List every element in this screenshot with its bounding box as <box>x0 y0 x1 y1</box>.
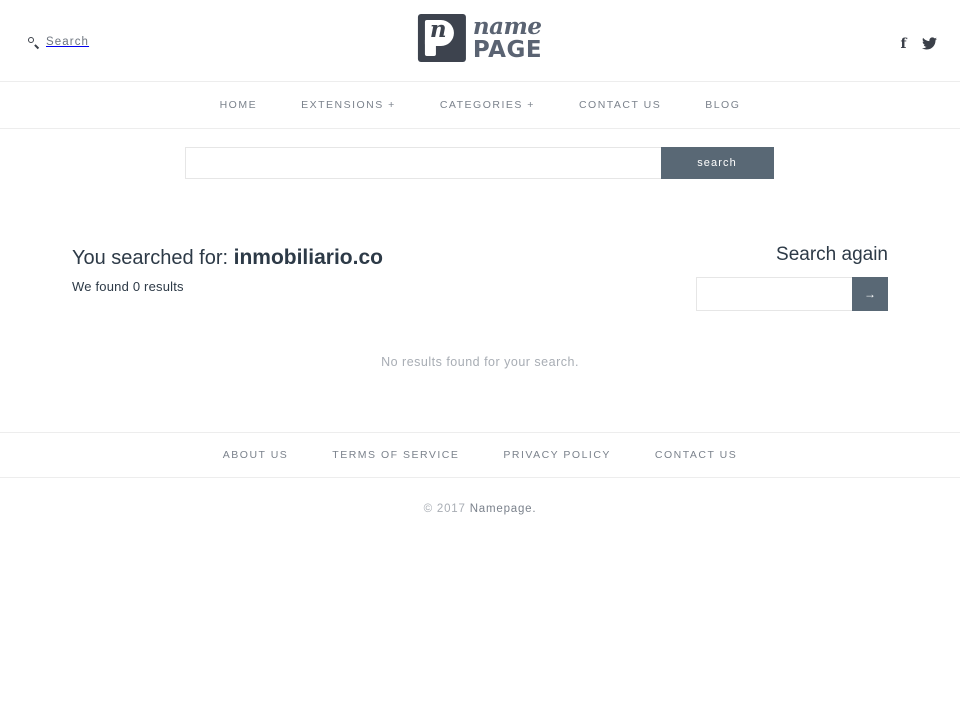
twitter-icon <box>922 37 937 50</box>
copyright-line: © 2017 Namepage. <box>0 503 960 515</box>
facebook-icon: f <box>900 35 907 52</box>
search-again-submit-button[interactable]: → <box>852 276 888 311</box>
primary-search-strip: search <box>0 129 960 197</box>
logo-wordmark: name PAGE <box>473 15 542 62</box>
nav-item-home[interactable]: HOME <box>198 99 280 111</box>
search-again-heading: Search again <box>776 244 888 265</box>
results-count-text: We found 0 results <box>72 279 184 295</box>
logo-word-page: PAGE <box>472 36 543 63</box>
search-again-form: → <box>696 276 888 311</box>
searched-for-heading: You searched for: inmobiliario.co <box>72 245 383 271</box>
footer-link-contact-us[interactable]: CONTACT US <box>633 449 759 461</box>
search-again-input[interactable] <box>696 276 852 311</box>
search-submit-button[interactable]: search <box>660 147 774 179</box>
header-search-toggle[interactable]: Search <box>28 36 89 48</box>
footer-link-privacy-policy[interactable]: PRIVACY POLICY <box>481 449 633 461</box>
primary-search-form: search <box>184 147 774 179</box>
nav-item-contact-us[interactable]: CONTACT US <box>557 99 683 111</box>
nav-item-categories[interactable]: CATEGORIES + <box>418 99 557 111</box>
site-logo[interactable]: n name PAGE <box>417 14 542 62</box>
top-header-bar: Search n name PAGE f <box>0 0 960 82</box>
search-again-block: Search again → <box>696 244 888 311</box>
logo-word-name: name <box>472 12 542 40</box>
searched-for-prefix: You searched for: <box>72 247 229 269</box>
facebook-link[interactable]: f <box>895 35 912 52</box>
main-navigation: HOME EXTENSIONS + CATEGORIES + CONTACT U… <box>0 82 960 129</box>
twitter-link[interactable] <box>921 35 938 52</box>
results-summary: You searched for: inmobiliario.co We fou… <box>72 245 383 294</box>
search-term: inmobiliario.co <box>233 246 383 269</box>
header-search-label: Search <box>46 36 90 48</box>
footer-link-about-us[interactable]: ABOUT US <box>201 449 310 461</box>
results-header: You searched for: inmobiliario.co We fou… <box>72 244 888 311</box>
search-results-section: You searched for: inmobiliario.co We fou… <box>72 197 888 369</box>
nav-item-extensions[interactable]: EXTENSIONS + <box>279 99 418 111</box>
logo-mark-icon: n <box>417 14 466 62</box>
footer-link-terms-of-service[interactable]: TERMS OF SERVICE <box>310 449 481 461</box>
footer-navigation: ABOUT US TERMS OF SERVICE PRIVACY POLICY… <box>0 431 960 478</box>
no-results-message: No results found for your search. <box>381 354 579 369</box>
nav-item-blog[interactable]: BLOG <box>683 99 762 111</box>
logo-n-letter: n <box>429 16 447 43</box>
search-icon <box>28 36 39 48</box>
search-input[interactable] <box>184 147 661 179</box>
copyright-brand: Namepage. <box>469 502 537 515</box>
copyright-year: © 2017 <box>423 502 466 515</box>
social-links: f <box>895 35 938 52</box>
